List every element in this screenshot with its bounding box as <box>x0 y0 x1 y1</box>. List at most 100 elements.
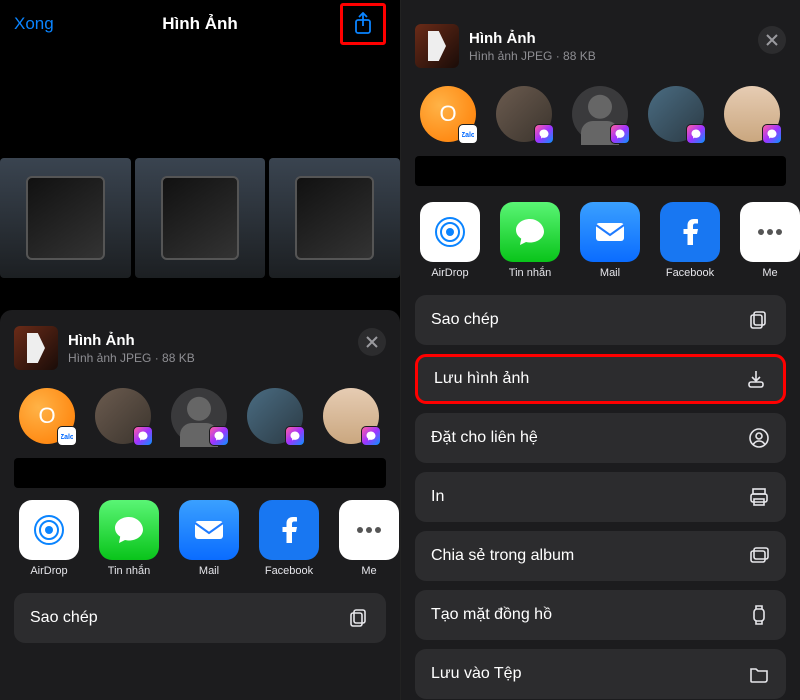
close-button[interactable] <box>358 328 386 356</box>
watch-icon <box>748 604 770 626</box>
sheet-subtitle: Hình ảnh JPEG · 88 KB <box>469 49 786 63</box>
msgr-badge-icon <box>762 124 782 144</box>
messages-icon <box>500 202 560 262</box>
action-label: Lưu vào Tệp <box>431 665 521 683</box>
close-icon <box>766 34 778 46</box>
more-icon <box>740 202 800 262</box>
messages-icon <box>99 500 159 560</box>
image-thumb[interactable] <box>135 158 266 278</box>
action-list: Sao chép <box>0 585 400 668</box>
avatar <box>247 388 303 444</box>
contact-item[interactable] <box>721 86 783 142</box>
app-facebook[interactable]: Facebook <box>256 500 322 577</box>
share-sheet: Hình Ảnh Hình ảnh JPEG · 88 KB OZalo Air… <box>401 0 800 700</box>
sheet-header: Hình Ảnh Hình ảnh JPEG · 88 KB <box>401 20 800 80</box>
action-print[interactable]: In <box>415 472 786 522</box>
contact-item[interactable] <box>320 388 382 444</box>
app-label: Facebook <box>657 267 723 279</box>
facebook-icon <box>259 500 319 560</box>
sheet-thumbnail <box>415 24 459 68</box>
album-icon <box>748 545 770 567</box>
sheet-thumbnail <box>14 326 58 370</box>
app-mail[interactable]: Mail <box>176 500 242 577</box>
msgr-badge-icon <box>686 124 706 144</box>
sheet-subtitle: Hình ảnh JPEG · 88 KB <box>68 351 386 365</box>
action-label: Lưu hình ảnh <box>434 370 529 388</box>
phone-right: Hình Ảnh Hình ảnh JPEG · 88 KB OZalo Air… <box>400 0 800 700</box>
image-viewer[interactable] <box>0 48 400 278</box>
action-copy[interactable]: Sao chép <box>14 593 386 643</box>
copy-icon <box>348 607 370 629</box>
app-airdrop[interactable]: AirDrop <box>417 202 483 279</box>
action-files[interactable]: Lưu vào Tệp <box>415 649 786 699</box>
contact-row: OZalo <box>401 80 800 150</box>
contact-icon <box>748 427 770 449</box>
app-label: Me <box>737 267 800 279</box>
action-label: Đặt cho liên hệ <box>431 429 538 447</box>
airdrop-icon <box>19 500 79 560</box>
sheet-header: Hình Ảnh Hình ảnh JPEG · 88 KB <box>0 322 400 382</box>
sheet-title: Hình Ảnh <box>68 332 386 349</box>
app-row: AirDropTin nhắn Mail Facebook Me <box>0 498 400 585</box>
image-thumb[interactable] <box>269 158 400 278</box>
avatar <box>572 86 628 142</box>
app-label: Tin nhắn <box>497 267 563 279</box>
contact-item[interactable]: OZalo <box>417 86 479 142</box>
contact-row: OZalo <box>0 382 400 452</box>
action-album[interactable]: Chia sẻ trong album <box>415 531 786 581</box>
avatar <box>648 86 704 142</box>
app-messages[interactable]: Tin nhắn <box>96 500 162 577</box>
msgr-badge-icon <box>209 426 229 446</box>
contact-item[interactable] <box>569 86 631 142</box>
avatar <box>95 388 151 444</box>
airdrop-icon <box>420 202 480 262</box>
action-assign[interactable]: Đặt cho liên hệ <box>415 413 786 463</box>
contact-item[interactable] <box>244 388 306 444</box>
app-label: AirDrop <box>417 267 483 279</box>
redaction-bar <box>415 156 786 186</box>
app-more[interactable]: Me <box>737 202 800 279</box>
avatar <box>724 86 780 142</box>
avatar: OZalo <box>420 86 476 142</box>
action-save[interactable]: Lưu hình ảnh <box>415 354 786 404</box>
mail-icon <box>580 202 640 262</box>
nav-title: Hình Ảnh <box>162 14 238 34</box>
share-icon <box>353 12 373 36</box>
app-facebook[interactable]: Facebook <box>657 202 723 279</box>
close-button[interactable] <box>758 26 786 54</box>
action-watch[interactable]: Tạo mặt đồng hồ <box>415 590 786 640</box>
facebook-icon <box>660 202 720 262</box>
image-thumb[interactable] <box>0 158 131 278</box>
contact-item[interactable] <box>645 86 707 142</box>
app-messages[interactable]: Tin nhắn <box>497 202 563 279</box>
download-icon <box>745 368 767 390</box>
mail-icon <box>179 500 239 560</box>
phone-left: Xong Hình Ảnh Hình Ảnh Hình ảnh JPEG · 8… <box>0 0 400 700</box>
zalo-badge-icon: Zalo <box>57 426 77 446</box>
image-strip <box>0 158 400 278</box>
app-row: AirDrop Tin nhắn Mail Facebook Me <box>401 196 800 293</box>
copy-icon <box>748 309 770 331</box>
avatar <box>171 388 227 444</box>
contact-item[interactable] <box>493 86 555 142</box>
done-button[interactable]: Xong <box>14 14 54 34</box>
contact-item[interactable] <box>92 388 154 444</box>
app-airdrop[interactable]: AirDrop <box>16 500 82 577</box>
app-label: Mail <box>176 565 242 577</box>
app-more[interactable]: Me <box>336 500 400 577</box>
redaction-bar <box>14 458 386 488</box>
sheet-title: Hình Ảnh <box>469 30 786 47</box>
svg-text:Zalo: Zalo <box>462 132 474 139</box>
msgr-badge-icon <box>610 124 630 144</box>
contact-item[interactable] <box>168 388 230 444</box>
msgr-badge-icon <box>133 426 153 446</box>
avatar: OZalo <box>19 388 75 444</box>
action-copy[interactable]: Sao chép <box>415 295 786 345</box>
contact-item[interactable]: OZalo <box>16 388 78 444</box>
action-label: Sao chép <box>431 311 499 329</box>
share-button-highlight[interactable] <box>340 3 386 45</box>
avatar <box>323 388 379 444</box>
app-mail[interactable]: Mail <box>577 202 643 279</box>
app-label: Me <box>336 565 400 577</box>
app-label: Facebook <box>256 565 322 577</box>
